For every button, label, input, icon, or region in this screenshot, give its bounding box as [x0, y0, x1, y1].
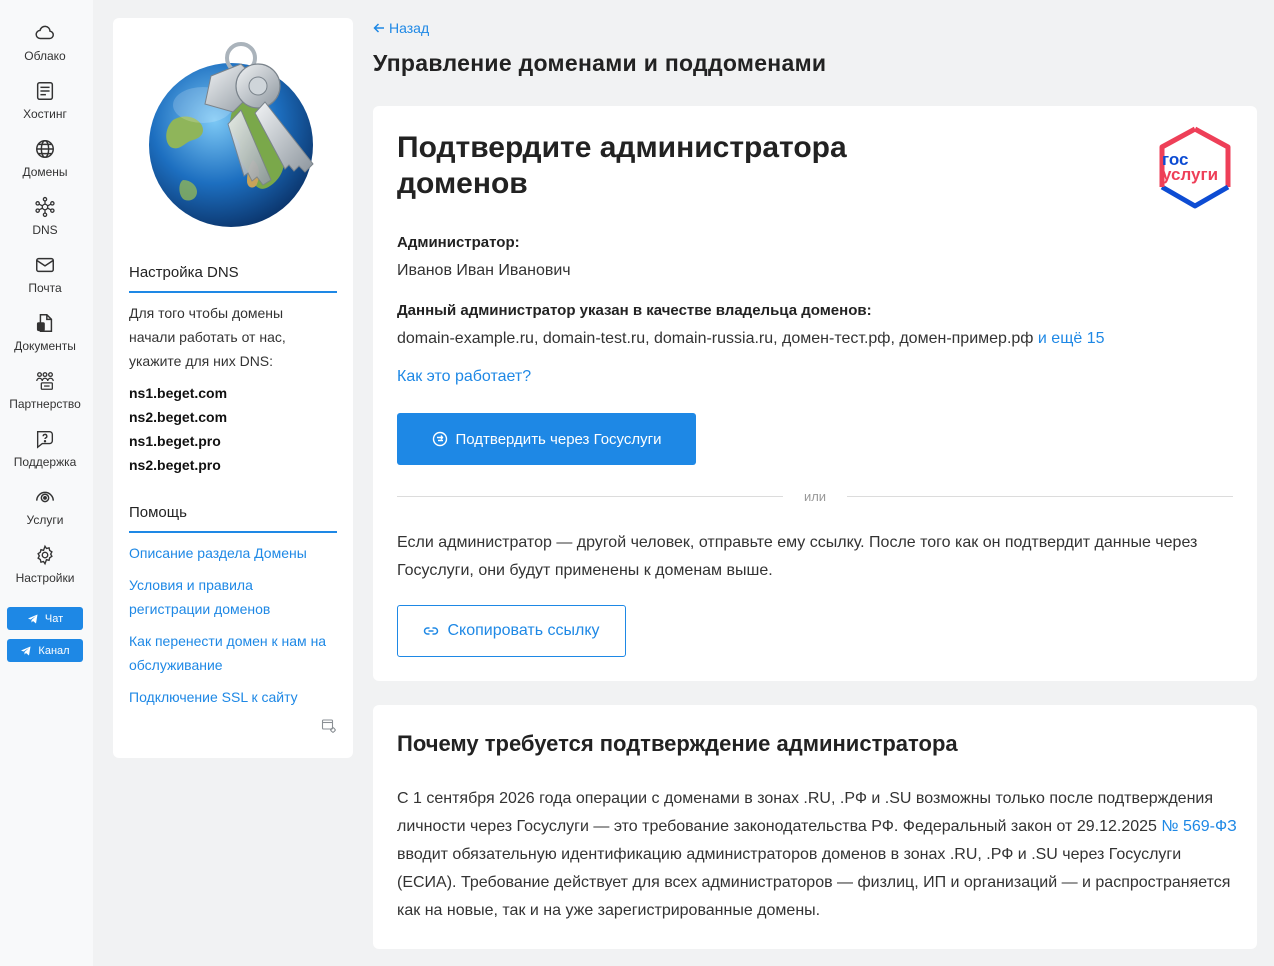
- domains-list: domain-example.ru, domain-test.ru, domai…: [397, 330, 1105, 348]
- confirm-gosuslugi-button[interactable]: Подтвердить через Госуслуги: [397, 413, 696, 465]
- owner-label: Данный администратор указан в качестве в…: [397, 302, 872, 319]
- nav-label: Услуги: [26, 513, 64, 527]
- mail-icon: [36, 257, 54, 273]
- nav-item-documents[interactable]: Документы: [0, 312, 90, 353]
- how-it-works-link[interactable]: Как это работает?: [397, 368, 531, 386]
- globe-icon: [36, 140, 54, 158]
- confirm-admin-title: Подтвердите администратора доменов: [397, 131, 847, 200]
- nameserver: ns2.beget.pro: [129, 457, 221, 473]
- globe-keys-illustration: [149, 42, 314, 227]
- nav-item-support[interactable]: Поддержка: [0, 428, 90, 469]
- nav-item-hosting[interactable]: Хостинг: [0, 80, 90, 121]
- section-underline: [129, 291, 337, 293]
- back-link-label: Назад: [389, 20, 430, 36]
- main-nav-rail: Облако Хостинг Домены DNS Почта Документ…: [0, 0, 93, 966]
- channel-button-label: Канал: [38, 644, 70, 657]
- domains-text: domain-example.ru, domain-test.ru, domai…: [397, 330, 1034, 347]
- services-icon: [36, 491, 54, 503]
- channel-button[interactable]: Канал: [7, 639, 83, 662]
- section-underline: [129, 531, 337, 533]
- nav-item-domains[interactable]: Домены: [0, 138, 90, 179]
- dns-instructions: Для того чтобы домены начали работать от…: [129, 305, 286, 369]
- why-confirm-title: Почему требуется подтверждение администр…: [397, 731, 958, 756]
- nav-item-services[interactable]: Услуги: [0, 486, 90, 527]
- support-icon: [36, 430, 54, 449]
- telegram-icon: [21, 646, 31, 655]
- nameserver: ns1.beget.com: [129, 385, 228, 401]
- dns-settings-title: Настройка DNS: [129, 264, 239, 281]
- partners-icon: [36, 372, 54, 390]
- page-title: Управление доменами и поддоменами: [373, 50, 827, 76]
- help-link-domains-description[interactable]: Описание раздела Домены: [129, 541, 339, 565]
- nav-label: DNS: [32, 223, 58, 237]
- nameserver: ns2.beget.com: [129, 409, 228, 425]
- nav-item-partners[interactable]: Партнерство: [0, 370, 90, 411]
- confirm-admin-card: Подтвердите администратора доменов гос у…: [373, 106, 1257, 681]
- arrow-left-icon: [373, 23, 384, 33]
- why-confirm-card: Почему требуется подтверждение администр…: [373, 705, 1257, 949]
- side-panel: Настройка DNS Для того чтобы домены нача…: [113, 18, 353, 758]
- help-link-transfer-domain[interactable]: Как перенести домен к нам на обслуживани…: [129, 629, 329, 677]
- link-icon: [424, 627, 439, 635]
- nav-item-settings[interactable]: Настройки: [0, 544, 90, 585]
- help-link-registration-rules[interactable]: Условия и правила регистрации доменов: [129, 573, 289, 621]
- law-link[interactable]: № 569-ФЗ: [1161, 818, 1236, 835]
- admin-name: Иванов Иван Иванович: [397, 262, 571, 279]
- chat-button-label: Чат: [44, 612, 64, 625]
- copy-link-button[interactable]: Скопировать ссылку: [397, 605, 626, 657]
- nav-item-mail[interactable]: Почта: [0, 254, 90, 295]
- or-separator: или: [803, 489, 827, 504]
- nav-label: Почта: [28, 281, 62, 295]
- panel-settings-icon[interactable]: [321, 718, 337, 734]
- nav-item-dns[interactable]: DNS: [0, 196, 90, 237]
- nav-label: Облако: [24, 49, 66, 63]
- help-title: Помощь: [129, 504, 187, 521]
- other-admin-text: Если администратор — другой человек, отп…: [397, 534, 1198, 579]
- nav-label: Поддержка: [13, 455, 77, 469]
- dns-icon: [35, 196, 55, 218]
- nav-label: Домены: [22, 165, 68, 179]
- confirm-gosuslugi-label: Подтвердить через Госуслуги: [455, 430, 662, 448]
- documents-icon: [36, 314, 53, 332]
- more-domains-link[interactable]: и ещё 15: [1038, 330, 1105, 347]
- telegram-icon: [27, 614, 38, 623]
- divider-right: [847, 496, 1233, 497]
- cloud-icon: [35, 25, 54, 40]
- why-confirm-text: С 1 сентября 2026 года операции с домена…: [397, 785, 1237, 925]
- gosuslugi-icon: [432, 431, 447, 447]
- settings-icon: [37, 544, 53, 566]
- why-text-before: С 1 сентября 2026 года операции с домена…: [397, 790, 1213, 835]
- why-text-after: вводит обязательную идентификацию админи…: [397, 846, 1231, 919]
- back-link[interactable]: Назад: [373, 20, 429, 36]
- divider-left: [397, 496, 783, 497]
- copy-link-label: Скопировать ссылку: [447, 622, 600, 639]
- nav-item-cloud[interactable]: Облако: [0, 22, 90, 63]
- gosuslugi-logo-text: услуги: [1162, 165, 1218, 184]
- chat-button[interactable]: Чат: [7, 607, 83, 630]
- admin-label: Администратор:: [397, 234, 520, 251]
- hosting-icon: [36, 82, 54, 100]
- nav-label: Настройки: [15, 571, 75, 585]
- gosuslugi-logo: гос услуги: [1159, 126, 1231, 209]
- nav-label: Хостинг: [23, 107, 67, 121]
- nav-label: Партнерство: [9, 397, 81, 411]
- nameserver: ns1.beget.pro: [129, 433, 221, 449]
- nav-label: Документы: [14, 339, 76, 353]
- help-link-ssl[interactable]: Подключение SSL к сайту: [129, 685, 339, 709]
